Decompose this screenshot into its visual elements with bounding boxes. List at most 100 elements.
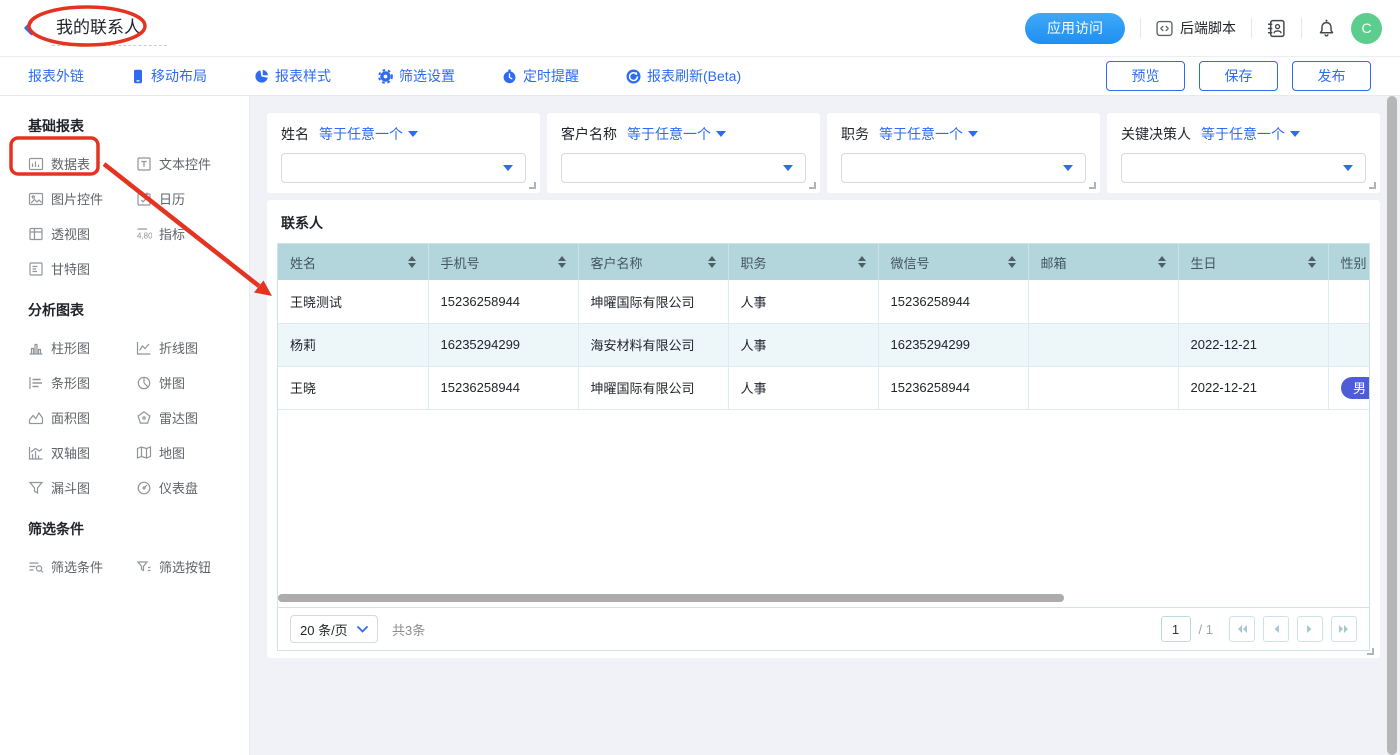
avatar[interactable]: C xyxy=(1351,13,1382,44)
toolbar-item-filter-settings[interactable]: 筛选设置 xyxy=(378,66,455,86)
filter-widget-name[interactable]: 姓名 等于任意一个 xyxy=(267,113,540,193)
sort-icon[interactable] xyxy=(708,256,716,268)
column-header-birthday[interactable]: 生日 xyxy=(1178,244,1328,280)
page-input[interactable]: 1 xyxy=(1161,616,1191,642)
sidebar-item-pivot[interactable]: 透视图 xyxy=(28,224,136,243)
resize-handle[interactable] xyxy=(529,182,536,189)
sort-icon[interactable] xyxy=(558,256,566,268)
sidebar-item-data-table[interactable]: 数据表 xyxy=(28,154,136,173)
sidebar-item-radar-chart[interactable]: 雷达图 xyxy=(136,408,233,427)
filter-value-select[interactable] xyxy=(281,153,526,183)
filter-widget-key-decision-maker[interactable]: 关键决策人 等于任意一个 xyxy=(1107,113,1380,193)
sidebar-item-gantt[interactable]: 甘特图 xyxy=(28,259,136,278)
resize-handle[interactable] xyxy=(1089,182,1096,189)
image-widget-icon xyxy=(28,191,44,207)
filter-value-select[interactable] xyxy=(1121,153,1366,183)
column-header-name[interactable]: 姓名 xyxy=(278,244,428,280)
sidebar-item-column-chart[interactable]: 柱形图 xyxy=(28,338,136,357)
table-empty-area xyxy=(278,410,1369,608)
column-header-wechat[interactable]: 微信号 xyxy=(878,244,1028,280)
table-cell: 坤曜国际有限公司 xyxy=(578,366,728,409)
sidebar-item-pie-chart[interactable]: 饼图 xyxy=(136,373,233,392)
toolbar-item-mobile-layout[interactable]: 移动布局 xyxy=(131,66,207,86)
table-cell: 15236258944 xyxy=(428,366,578,409)
column-header-phone[interactable]: 手机号 xyxy=(428,244,578,280)
sidebar-item-gauge[interactable]: 仪表盘 xyxy=(136,478,233,497)
table-row[interactable]: 杨莉 16235294299 海安材料有限公司 人事 16235294299 2… xyxy=(278,323,1370,366)
double-chevron-right-icon xyxy=(1338,624,1350,634)
report-toolbar: 报表外链 移动布局 报表样式 筛选设置 定时提醒 xyxy=(0,57,1400,96)
filter-operator-dropdown[interactable]: 等于任意一个 xyxy=(319,124,418,144)
total-count: 共3条 xyxy=(392,620,425,639)
sort-icon[interactable] xyxy=(858,256,866,268)
sidebar-item-bar-chart[interactable]: 条形图 xyxy=(28,373,136,392)
sort-icon[interactable] xyxy=(1158,256,1166,268)
sidebar-item-text-widget[interactable]: 文本控件 xyxy=(136,154,233,173)
horizontal-scrollbar[interactable] xyxy=(278,594,1064,602)
vertical-scrollbar[interactable] xyxy=(1387,96,1397,755)
table-cell: 2022-12-21 xyxy=(1178,366,1328,409)
column-header-email[interactable]: 邮箱 xyxy=(1028,244,1178,280)
contacts-table-widget[interactable]: 联系人 姓名 手机号 客户名称 职务 微信号 邮箱 生日 性别 xyxy=(267,200,1380,658)
gauge-icon xyxy=(136,480,152,496)
sidebar-item-filter-button[interactable]: 筛选按钮 xyxy=(136,557,233,576)
pivot-icon xyxy=(28,226,44,242)
filter-value-select[interactable] xyxy=(841,153,1086,183)
column-header-customer[interactable]: 客户名称 xyxy=(578,244,728,280)
save-button[interactable]: 保存 xyxy=(1199,61,1278,91)
sidebar-item-calendar[interactable]: 日历 xyxy=(136,189,233,208)
filter-value-select[interactable] xyxy=(561,153,806,183)
pie-chart-icon xyxy=(136,375,152,391)
toolbar-item-timed-reminder[interactable]: 定时提醒 xyxy=(502,66,579,86)
table-cell xyxy=(1028,366,1178,409)
table-cell xyxy=(1178,280,1328,323)
last-page-button[interactable] xyxy=(1331,616,1357,642)
sidebar-item-indicator[interactable]: 4,80 指标 xyxy=(136,224,233,243)
contacts-table: 姓名 手机号 客户名称 职务 微信号 邮箱 生日 性别 王晓测试 1523625… xyxy=(277,243,1370,651)
column-header-gender[interactable]: 性别 xyxy=(1328,244,1370,280)
filter-operator-dropdown[interactable]: 等于任意一个 xyxy=(879,124,978,144)
caret-down-icon xyxy=(1343,165,1353,171)
next-page-button[interactable] xyxy=(1297,616,1323,642)
sidebar-item-funnel-chart[interactable]: 漏斗图 xyxy=(28,478,136,497)
backend-script-button[interactable]: 后端脚本 xyxy=(1156,18,1236,38)
sidebar-item-map[interactable]: 地图 xyxy=(136,443,233,462)
prev-page-button[interactable] xyxy=(1263,616,1289,642)
table-cell xyxy=(1028,280,1178,323)
toolbar-item-report-refresh[interactable]: 报表刷新(Beta) xyxy=(626,66,741,86)
sidebar-item-image-widget[interactable]: 图片控件 xyxy=(28,189,136,208)
table-cell: 15236258944 xyxy=(428,280,578,323)
first-page-button[interactable] xyxy=(1229,616,1255,642)
app-access-button[interactable]: 应用访问 xyxy=(1025,13,1125,44)
sidebar-item-line-chart[interactable]: 折线图 xyxy=(136,338,233,357)
column-header-position[interactable]: 职务 xyxy=(728,244,878,280)
resize-handle[interactable] xyxy=(1367,648,1374,655)
sort-icon[interactable] xyxy=(1008,256,1016,268)
sidebar-item-area-chart[interactable]: 面积图 xyxy=(28,408,136,427)
page-title[interactable]: 我的联系人 xyxy=(52,11,167,46)
gender-badge: 男 xyxy=(1341,377,1371,399)
page-size-select[interactable]: 20 条/页 xyxy=(290,615,378,643)
table-row[interactable]: 王晓 15236258944 坤曜国际有限公司 人事 15236258944 2… xyxy=(278,366,1370,409)
notification-button[interactable] xyxy=(1317,19,1336,38)
back-button[interactable] xyxy=(18,17,40,39)
preview-button[interactable]: 预览 xyxy=(1106,61,1185,91)
sort-icon[interactable] xyxy=(1308,256,1316,268)
sidebar-item-filter-condition[interactable]: 筛选条件 xyxy=(28,557,136,576)
table-row[interactable]: 王晓测试 15236258944 坤曜国际有限公司 人事 15236258944 xyxy=(278,280,1370,323)
toolbar-item-external-link[interactable]: 报表外链 xyxy=(28,66,84,86)
sort-icon[interactable] xyxy=(408,256,416,268)
filter-widget-position[interactable]: 职务 等于任意一个 xyxy=(827,113,1100,193)
filter-operator-dropdown[interactable]: 等于任意一个 xyxy=(627,124,726,144)
toolbar-item-report-style[interactable]: 报表样式 xyxy=(254,66,331,86)
filter-widget-customer[interactable]: 客户名称 等于任意一个 xyxy=(547,113,820,193)
publish-button[interactable]: 发布 xyxy=(1292,61,1371,91)
caret-down-icon xyxy=(968,131,978,137)
chevron-left-icon xyxy=(1272,624,1280,634)
resize-handle[interactable] xyxy=(809,182,816,189)
filter-operator-dropdown[interactable]: 等于任意一个 xyxy=(1201,124,1300,144)
table-cell xyxy=(1328,323,1370,366)
resize-handle[interactable] xyxy=(1369,182,1376,189)
contacts-book-button[interactable] xyxy=(1267,19,1286,38)
sidebar-item-dual-axis[interactable]: 双轴图 xyxy=(28,443,136,462)
